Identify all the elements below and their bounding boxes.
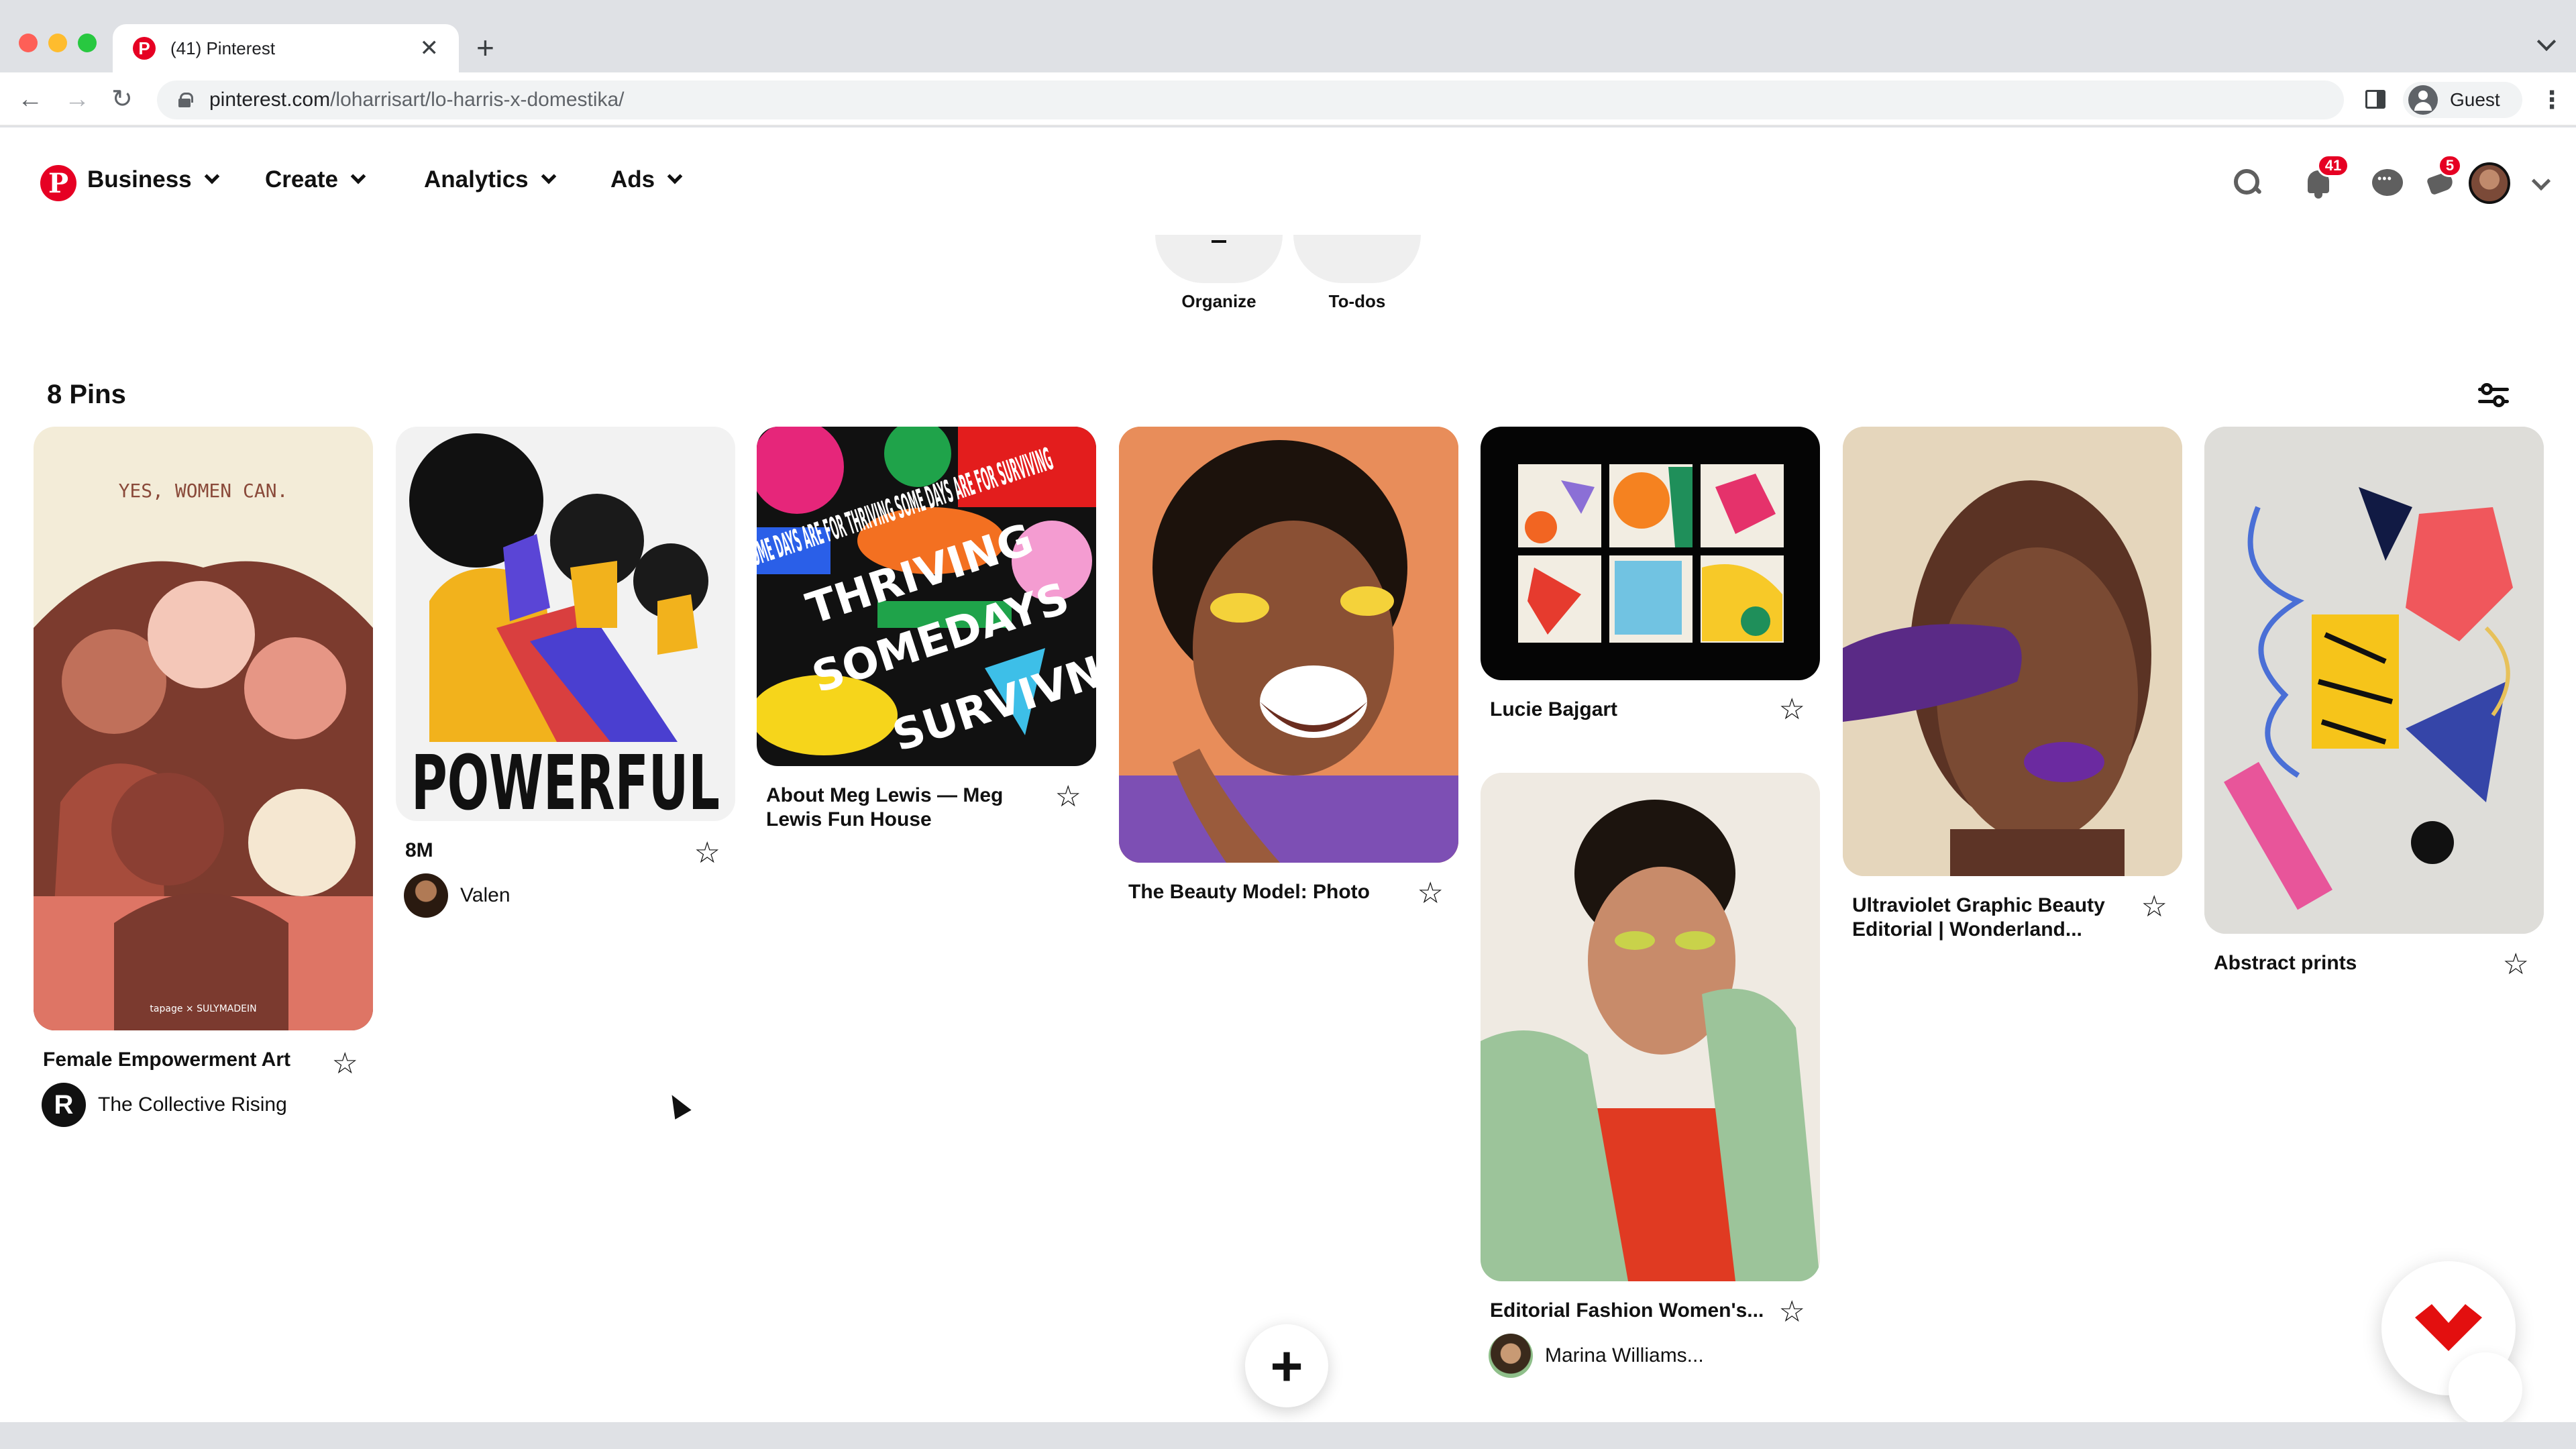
- pins-count: 8 Pins: [47, 380, 126, 409]
- side-panel-icon[interactable]: [2365, 90, 2385, 109]
- url-text: pinterest.com/loharrisart/lo-harris-x-do…: [209, 89, 625, 111]
- pin-title[interactable]: Editorial Fashion Women's...: [1490, 1299, 1766, 1323]
- pin-image[interactable]: [1119, 427, 1458, 863]
- nav-ads[interactable]: Ads: [610, 166, 683, 193]
- pin-title[interactable]: Female Empowerment Art: [43, 1048, 319, 1072]
- pin-title[interactable]: 8M: [405, 839, 682, 863]
- messages-icon[interactable]: [2372, 169, 2403, 199]
- pin-image[interactable]: POWERFUL: [396, 427, 735, 821]
- pinterest-page: P Business Create Analytics Ads 41 5 Org…: [0, 127, 2576, 1422]
- nav-business[interactable]: Business: [87, 166, 219, 193]
- pin-title[interactable]: Lucie Bajgart: [1490, 698, 1766, 722]
- notifications-badge: 41: [2317, 154, 2349, 177]
- save-star-icon[interactable]: ☆: [1417, 879, 1444, 908]
- todos-label: To-dos: [1328, 291, 1386, 311]
- search-icon[interactable]: [2234, 169, 2261, 196]
- pin-image[interactable]: SOME DAYS ARE FOR THRIVING SOME DAYS ARE…: [757, 427, 1096, 766]
- updates-badge: 5: [2438, 154, 2462, 177]
- pin-card[interactable]: Ultraviolet Graphic Beauty Editorial | W…: [1843, 427, 2182, 942]
- browser-tab-pinterest[interactable]: P (41) Pinterest ✕: [113, 24, 459, 72]
- nav-create[interactable]: Create: [265, 166, 366, 193]
- tab-title: (41) Pinterest: [170, 38, 276, 58]
- organize-icon: [1155, 235, 1283, 283]
- pin-image[interactable]: [1481, 427, 1820, 680]
- mouse-cursor-icon: [663, 1090, 692, 1120]
- window-minimize-button[interactable]: [48, 34, 67, 52]
- author-name: Marina Williams...: [1545, 1344, 1704, 1366]
- browser-tab-strip: P (41) Pinterest ✕ +: [0, 0, 2576, 72]
- pin-card[interactable]: SOME DAYS ARE FOR THRIVING SOME DAYS ARE…: [757, 427, 1096, 832]
- account-chevron-down-icon[interactable]: [2531, 171, 2551, 191]
- window-close-button[interactable]: [19, 34, 38, 52]
- profile-label: Guest: [2450, 89, 2500, 110]
- pin-author[interactable]: R The Collective Rising: [42, 1083, 373, 1127]
- poster-text: POWERFUL: [411, 740, 720, 821]
- back-arrow-icon[interactable]: ←: [17, 85, 43, 114]
- guest-avatar-icon: [2408, 85, 2438, 115]
- author-name: Valen: [460, 884, 511, 906]
- user-avatar[interactable]: [2469, 162, 2510, 204]
- pin-author[interactable]: Valen: [404, 873, 735, 918]
- save-star-icon[interactable]: ☆: [2141, 892, 2167, 922]
- todos-icon: [1293, 235, 1421, 283]
- poster-credit: tapage × SULYMADEIN: [150, 1004, 256, 1014]
- create-pin-button[interactable]: +: [1245, 1324, 1328, 1407]
- chevron-down-icon: [204, 168, 219, 184]
- pin-title[interactable]: About Meg Lewis — Meg Lewis Fun House: [766, 784, 1042, 832]
- save-star-icon[interactable]: ☆: [694, 839, 720, 868]
- save-star-icon[interactable]: ☆: [1779, 695, 1805, 724]
- pinterest-header: P Business Create Analytics Ads 41 5: [0, 127, 2576, 241]
- pin-card[interactable]: The Beauty Model: Photo ☆: [1119, 427, 1458, 908]
- pin-card[interactable]: Editorial Fashion Women's... ☆ Marina Wi…: [1481, 773, 1820, 1378]
- domestika-floating-button[interactable]: [2381, 1261, 2522, 1422]
- domestika-logo-icon: [2415, 1304, 2482, 1351]
- nav-analytics[interactable]: Analytics: [424, 166, 556, 193]
- organize-label: Organize: [1181, 291, 1256, 311]
- pin-title[interactable]: Ultraviolet Graphic Beauty Editorial | W…: [1852, 894, 2129, 942]
- forward-arrow-icon[interactable]: →: [64, 85, 90, 114]
- author-avatar: [404, 873, 448, 918]
- chevron-down-icon: [350, 168, 366, 184]
- pinterest-logo-icon[interactable]: P: [40, 165, 76, 201]
- tab-close-icon[interactable]: ✕: [420, 35, 439, 62]
- chevron-down-icon: [541, 168, 556, 184]
- pin-title[interactable]: Abstract prints: [2214, 951, 2490, 975]
- profile-button[interactable]: Guest: [2403, 82, 2522, 118]
- pin-author[interactable]: Marina Williams...: [1489, 1334, 1820, 1378]
- save-star-icon[interactable]: ☆: [2503, 950, 2529, 979]
- pin-image[interactable]: [2204, 427, 2544, 934]
- reload-icon[interactable]: ↻: [111, 85, 133, 114]
- lock-icon[interactable]: [178, 93, 193, 107]
- pin-card[interactable]: YES, WOMEN CAN. tapage × SULYMADEIN Fema…: [34, 427, 373, 1127]
- pin-image[interactable]: YES, WOMEN CAN. tapage × SULYMADEIN: [34, 427, 373, 1030]
- chevron-down-icon: [667, 168, 683, 184]
- todos-tool[interactable]: To-dos: [1293, 235, 1421, 312]
- save-star-icon[interactable]: ☆: [332, 1049, 358, 1079]
- author-name: The Collective Rising: [98, 1093, 287, 1116]
- organize-tool[interactable]: Organize: [1155, 235, 1283, 312]
- new-tab-button[interactable]: +: [476, 30, 494, 66]
- pin-image[interactable]: [1843, 427, 2182, 876]
- pin-card[interactable]: Lucie Bajgart ☆: [1481, 427, 1820, 724]
- address-bar[interactable]: pinterest.com/loharrisart/lo-harris-x-do…: [157, 80, 2344, 119]
- browser-toolbar: ← → ↻ pinterest.com/loharrisart/lo-harri…: [0, 72, 2576, 126]
- author-avatar: [1489, 1334, 1533, 1378]
- poster-text: YES, WOMEN CAN.: [119, 480, 288, 502]
- browser-menu-icon[interactable]: ⋮: [2540, 86, 2564, 114]
- filter-settings-icon[interactable]: [2478, 381, 2509, 408]
- pin-title[interactable]: The Beauty Model: Photo: [1128, 880, 1405, 904]
- author-avatar: R: [42, 1083, 86, 1127]
- save-star-icon[interactable]: ☆: [1055, 782, 1081, 812]
- pin-card[interactable]: POWERFUL 8M ☆ Valen: [396, 427, 735, 918]
- pin-card[interactable]: Abstract prints ☆: [2204, 427, 2544, 979]
- save-star-icon[interactable]: ☆: [1779, 1297, 1805, 1327]
- tab-search-chevron-icon[interactable]: [2536, 32, 2557, 52]
- pin-image[interactable]: [1481, 773, 1820, 1281]
- pinterest-favicon-icon: P: [133, 37, 156, 60]
- window-zoom-button[interactable]: [78, 34, 97, 52]
